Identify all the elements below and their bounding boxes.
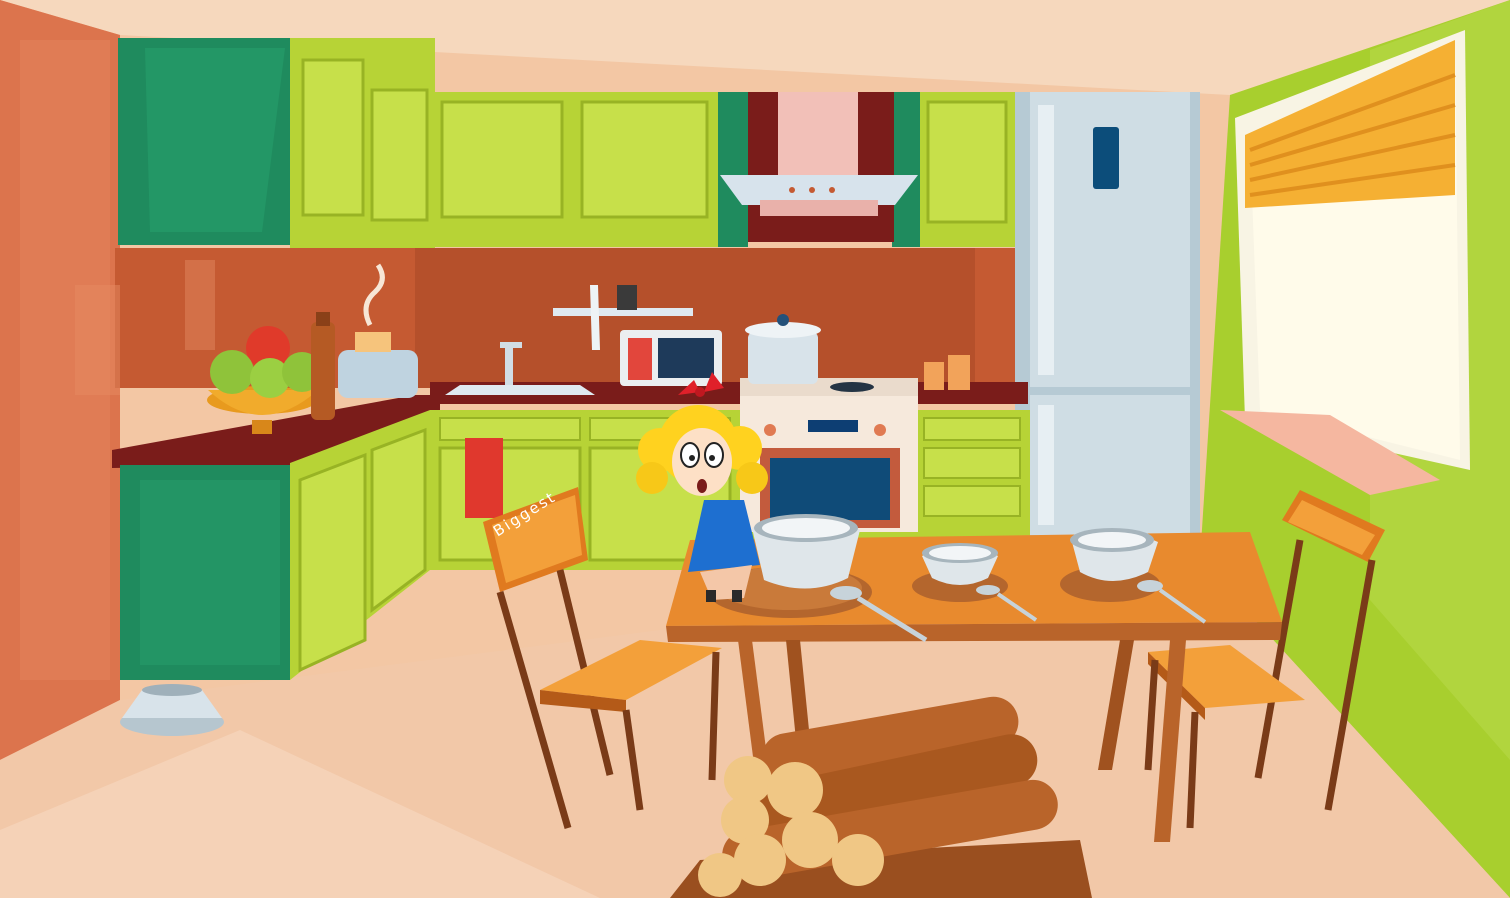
refrigerator: [1015, 92, 1200, 537]
kitchen-scene: Biggest: [0, 0, 1510, 898]
microwave: [620, 330, 722, 386]
cooking-pot: [745, 314, 821, 384]
stove: [740, 378, 918, 532]
pepper-mill: [311, 312, 335, 420]
